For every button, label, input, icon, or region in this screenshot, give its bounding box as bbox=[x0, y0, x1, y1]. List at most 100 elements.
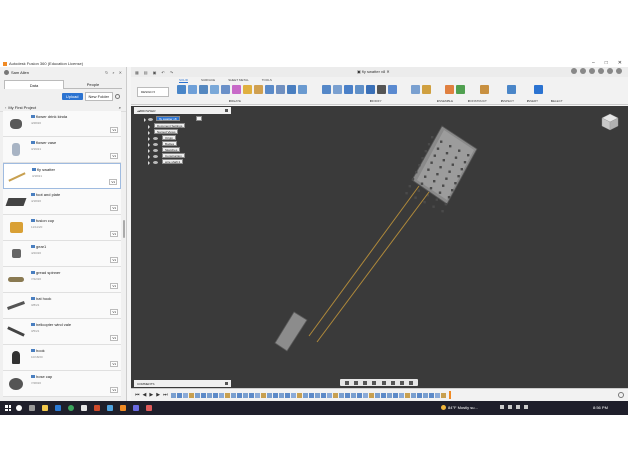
shell-icon[interactable] bbox=[355, 85, 364, 94]
taskbar-clock[interactable]: 8:56 PM bbox=[593, 405, 608, 410]
tab-sheet-metal[interactable]: SHEET METAL bbox=[228, 78, 249, 83]
visibility-eye-icon[interactable] bbox=[153, 161, 158, 164]
select-icon[interactable] bbox=[534, 85, 543, 94]
activate-icon[interactable] bbox=[196, 116, 202, 121]
timeline-feature[interactable] bbox=[308, 392, 314, 398]
view-cube[interactable] bbox=[600, 112, 620, 132]
comments-panel[interactable]: COMMENTS bbox=[134, 380, 231, 387]
press-pull-icon[interactable] bbox=[322, 85, 331, 94]
new-sketch-icon[interactable] bbox=[177, 85, 186, 94]
visibility-eye-icon[interactable] bbox=[153, 143, 158, 146]
expand-arrow-icon[interactable] bbox=[148, 149, 150, 153]
timeline-feature[interactable] bbox=[212, 392, 218, 398]
chamfer-icon[interactable] bbox=[344, 85, 353, 94]
teams-icon[interactable] bbox=[133, 405, 139, 411]
expand-arrow-icon[interactable] bbox=[148, 155, 150, 159]
fly-swatter-model[interactable] bbox=[274, 125, 478, 352]
extrude-icon[interactable] bbox=[188, 85, 197, 94]
expand-arrow-icon[interactable] bbox=[148, 143, 150, 147]
visibility-eye-icon[interactable] bbox=[153, 155, 158, 158]
timeline-feature[interactable] bbox=[182, 392, 188, 398]
version-badge[interactable]: V1 bbox=[110, 231, 118, 237]
group-select[interactable]: SELECT ▾ bbox=[551, 99, 563, 103]
list-item[interactable]: fusion cup 11/11/20 V1 bbox=[3, 215, 121, 241]
cylinder-icon[interactable] bbox=[276, 85, 285, 94]
visibility-eye-icon[interactable] bbox=[153, 137, 158, 140]
browser-node[interactable]: Origin bbox=[162, 135, 177, 140]
expand-arrow-icon[interactable] bbox=[148, 161, 150, 165]
version-badge[interactable]: V1 bbox=[110, 283, 118, 289]
fusion-taskbar-icon[interactable] bbox=[120, 405, 126, 411]
canvas-viewport[interactable]: ◂◂ BROWSER fly swatter v8 Document Setti… bbox=[131, 106, 628, 388]
data-panel-icon[interactable]: ▦ bbox=[135, 70, 139, 75]
play-icon[interactable]: ▶ bbox=[149, 392, 153, 398]
timeline-feature[interactable] bbox=[254, 392, 260, 398]
list-item[interactable]: hat hook 3/8/21 V1 bbox=[3, 293, 121, 319]
office-icon[interactable] bbox=[94, 405, 100, 411]
tab-surface[interactable]: SURFACE bbox=[201, 78, 215, 83]
comments-add-icon[interactable] bbox=[225, 382, 228, 385]
step-forward-icon[interactable]: ▶ bbox=[156, 392, 160, 398]
timeline-feature[interactable] bbox=[392, 392, 398, 398]
store-icon[interactable] bbox=[81, 405, 87, 411]
new-folder-button[interactable]: New Folder bbox=[84, 92, 113, 101]
timeline-feature[interactable] bbox=[206, 392, 212, 398]
fit-icon[interactable] bbox=[381, 380, 386, 385]
timeline-feature[interactable] bbox=[224, 392, 230, 398]
timeline-feature[interactable] bbox=[266, 392, 272, 398]
version-badge[interactable]: V1 bbox=[110, 361, 118, 367]
timeline-feature[interactable] bbox=[398, 392, 404, 398]
refresh-icon[interactable]: ↻ bbox=[105, 70, 108, 75]
mail-icon[interactable] bbox=[55, 405, 61, 411]
workspace-switcher[interactable]: DESIGN ▾ bbox=[137, 87, 169, 97]
redo-icon[interactable]: ↷ bbox=[170, 70, 173, 75]
network-icon[interactable] bbox=[508, 405, 512, 409]
timeline-feature[interactable] bbox=[272, 392, 278, 398]
expand-arrow-icon[interactable] bbox=[144, 118, 146, 122]
search-icon[interactable]: ⌕ bbox=[112, 70, 114, 75]
list-item[interactable]: flower drink kinda 4/28/20 V1 bbox=[3, 111, 121, 137]
combine-icon[interactable] bbox=[366, 85, 375, 94]
extensions-icon[interactable] bbox=[580, 68, 586, 74]
version-badge[interactable]: V1 bbox=[109, 179, 117, 185]
timeline-feature[interactable] bbox=[176, 392, 182, 398]
gear-icon[interactable] bbox=[115, 94, 120, 99]
timeline-feature[interactable] bbox=[368, 392, 374, 398]
timeline-feature[interactable] bbox=[284, 392, 290, 398]
browser-node[interactable]: Document Settings bbox=[154, 123, 186, 128]
back-arrow-icon[interactable]: ‹ bbox=[5, 105, 6, 110]
timeline-feature[interactable] bbox=[410, 392, 416, 398]
form-icon[interactable] bbox=[232, 85, 241, 94]
timeline-feature[interactable] bbox=[194, 392, 200, 398]
list-item[interactable]: hook 10/18/20 V1 bbox=[3, 345, 121, 371]
close-panel-icon[interactable]: ✕ bbox=[119, 70, 122, 75]
fillet-icon[interactable] bbox=[333, 85, 342, 94]
revolve-icon[interactable] bbox=[199, 85, 208, 94]
save-icon[interactable]: ▣ bbox=[153, 70, 157, 75]
timeline-feature[interactable] bbox=[296, 392, 302, 398]
file-icon[interactable]: ▤ bbox=[144, 70, 148, 75]
new-component-icon[interactable] bbox=[411, 85, 420, 94]
battery-icon[interactable] bbox=[524, 405, 528, 409]
pattern-icon[interactable] bbox=[243, 85, 252, 94]
browser-pin-icon[interactable] bbox=[225, 109, 228, 112]
expand-arrow-icon[interactable] bbox=[148, 137, 150, 141]
user-avatar-icon[interactable] bbox=[4, 69, 9, 75]
job-status-icon[interactable] bbox=[589, 68, 595, 74]
tab-data[interactable]: Data bbox=[4, 80, 64, 89]
tab-solid[interactable]: SOLID bbox=[179, 78, 189, 83]
joint-icon[interactable] bbox=[422, 85, 431, 94]
timeline-feature[interactable] bbox=[236, 392, 242, 398]
weather-widget[interactable]: 84°F Mostly su... bbox=[441, 405, 478, 410]
timeline-feature[interactable] bbox=[332, 392, 338, 398]
maximize-icon[interactable]: □ bbox=[605, 60, 608, 66]
close-icon[interactable]: ✕ bbox=[618, 60, 622, 66]
timeline-feature[interactable] bbox=[416, 392, 422, 398]
pan-icon[interactable] bbox=[363, 380, 368, 385]
timeline-settings-icon[interactable] bbox=[618, 392, 624, 398]
align-icon[interactable] bbox=[388, 85, 397, 94]
zoom-icon[interactable] bbox=[372, 380, 377, 385]
group-modify[interactable]: MODIFY ▾ bbox=[370, 99, 382, 103]
move-icon[interactable] bbox=[377, 85, 386, 94]
tray-chevron-icon[interactable] bbox=[500, 405, 504, 409]
